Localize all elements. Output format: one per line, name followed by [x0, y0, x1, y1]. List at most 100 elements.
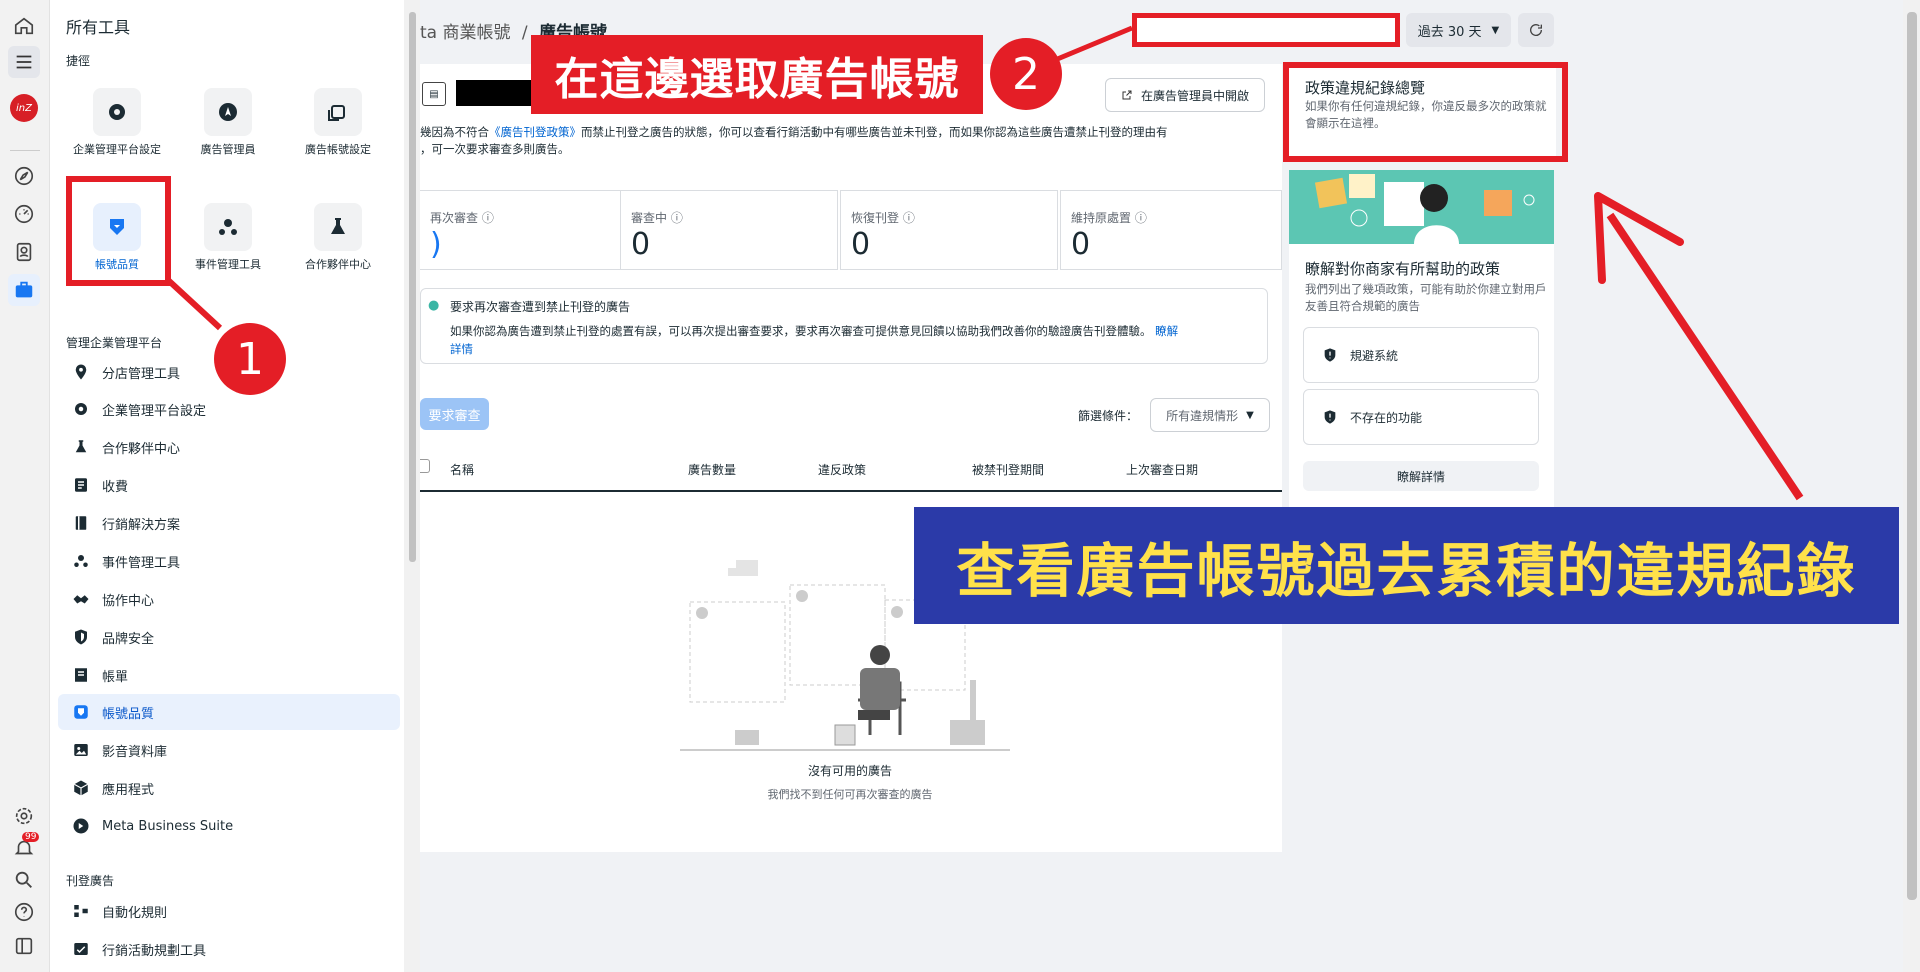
learn-more-button[interactable]: 瞭解詳情 — [1303, 461, 1539, 491]
manage-business-section-label: 管理企業管理平台 — [66, 336, 163, 350]
avatar[interactable]: inZ — [8, 92, 40, 124]
shield-warning-icon — [1324, 410, 1336, 424]
shield-outline-icon — [75, 629, 87, 645]
nav-item-account-quality[interactable]: 帳號品質 — [58, 694, 400, 730]
nav-item-media-library[interactable]: 影音資料庫 — [58, 732, 400, 768]
tile-ad-account-settings[interactable]: 廣告帳號設定 — [288, 88, 388, 158]
menu-icon[interactable] — [8, 46, 40, 78]
nav-item-events-manager[interactable]: 事件管理工具 — [58, 543, 400, 579]
nav-item-campaign-planner[interactable]: 行銷活動規劃工具 — [58, 931, 400, 967]
settings-icon[interactable] — [8, 800, 40, 832]
dashboard-gauge-icon[interactable] — [8, 198, 40, 230]
refresh-icon — [1530, 24, 1543, 36]
left-rail: inZ 99 — [0, 0, 50, 972]
helpful-policies-description: 我們列出了幾項政策，可能有助於你建立對用戶友善且符合規範的廣告 — [1305, 282, 1547, 313]
stat-in-review[interactable]: 審查中 ⓘ 0 — [620, 190, 838, 270]
info-title: 要求再次審查遭到禁止刊登的廣告 — [450, 300, 631, 314]
nav-item-partner-center[interactable]: 合作夥伴中心 — [58, 429, 400, 465]
ad-account-selector[interactable] — [1132, 13, 1400, 47]
tile-ads-manager[interactable]: 廣告管理員 — [178, 88, 278, 158]
column-header-name[interactable]: 名稱 — [450, 461, 474, 478]
notifications-bell-icon[interactable]: 99 — [8, 832, 40, 864]
empty-state-subtitle: 我們找不到任何可再次審查的廣告 — [767, 788, 933, 801]
receipt-icon — [75, 478, 87, 492]
tile-partner-center[interactable]: 合作夥伴中心 — [288, 203, 388, 273]
annotation-violation-history-banner: 查看廣告帳號過去累積的違規紀錄 — [914, 507, 1899, 624]
annotation-select-account-label: 在這邊選取廣告帳號 — [531, 35, 983, 114]
flask-icon — [75, 440, 87, 453]
advertise-section-label: 刊登廣告 — [66, 874, 115, 888]
filter-label: 篩選條件： — [1078, 409, 1139, 423]
events-nodes-icon — [204, 203, 252, 251]
ad-account-icon: ▤ — [422, 82, 446, 106]
nav-item-apps[interactable]: 應用程式 — [58, 770, 400, 806]
events-nodes-icon — [74, 555, 88, 567]
violation-filter-dropdown[interactable]: 所有違規情形 ▼ — [1150, 398, 1270, 432]
annotation-box-violation-overview — [1283, 62, 1568, 162]
column-header-policy[interactable]: 違反政策 — [818, 461, 866, 478]
empty-state-title: 沒有可用的廣告 — [807, 764, 892, 778]
handshake-icon — [73, 595, 89, 604]
annotation-step-1: 1 — [214, 323, 286, 395]
compass-icon[interactable] — [8, 160, 40, 192]
briefcase-icon[interactable] — [8, 274, 40, 306]
policy-item-circumvention[interactable]: 規避系統 — [1303, 327, 1539, 383]
shortcuts-label: 捷徑 — [66, 54, 91, 68]
nav-item-collaboration-center[interactable]: 協作中心 — [58, 581, 400, 617]
tile-events-manager[interactable]: 事件管理工具 — [178, 203, 278, 273]
request-review-button[interactable]: 要求審查 — [420, 398, 489, 430]
nav-item-business-settings[interactable]: 企業管理平台設定 — [58, 391, 400, 427]
caret-down-icon: ▼ — [1491, 24, 1500, 36]
meta-suite-icon — [73, 818, 89, 834]
select-all-checkbox[interactable] — [420, 459, 430, 473]
open-in-ads-manager-button[interactable]: 在廣告管理員中開啟 — [1105, 78, 1265, 112]
all-tools-drawer: 所有工具 捷徑 企業管理平台設定 廣告管理員 廣告帳號設定 帳號品質 事件管理工… — [50, 0, 407, 972]
nav-item-brand-safety[interactable]: 品牌安全 — [58, 619, 400, 655]
book-icon — [75, 516, 87, 530]
gear-icon — [75, 403, 87, 415]
cube-icon — [73, 780, 89, 796]
drawer-scrollbar-thumb[interactable] — [409, 12, 416, 562]
column-header-ad-count[interactable]: 廣告數量 — [688, 461, 736, 478]
learn-more-link[interactable]: 瞭解 — [1155, 324, 1178, 338]
policy-item-nonexistent-functionality[interactable]: 不存在的功能 — [1303, 389, 1539, 445]
ad-account-settings-icon — [314, 88, 362, 136]
column-header-last-review[interactable]: 上次審查日期 — [1126, 461, 1198, 478]
column-header-ban-period[interactable]: 被禁刊登期間 — [972, 461, 1044, 478]
shield-warning-icon — [1324, 348, 1336, 362]
tile-business-settings[interactable]: 企業管理平台設定 — [67, 88, 167, 158]
nav-item-marketing-solutions[interactable]: 行銷解決方案 — [58, 505, 400, 541]
date-range-dropdown[interactable]: 過去 30 天 ▼ — [1406, 13, 1511, 47]
home-icon[interactable] — [8, 10, 40, 42]
annotation-box-account-quality — [66, 176, 171, 286]
nav-item-automated-rules[interactable]: 自動化規則 — [58, 893, 400, 929]
learn-more-link-2[interactable]: 詳情 — [450, 342, 473, 356]
search-icon[interactable] — [8, 864, 40, 896]
info-body: 如果你認為廣告遭到禁止刊登的處置有誤，可以再次提出審查要求，要求再次審查可提供意… — [450, 324, 1179, 356]
info-icon: ⓘ — [481, 211, 494, 225]
table-header-divider — [420, 490, 1282, 492]
nav-item-billing[interactable]: 收費 — [58, 467, 400, 503]
main-scrollbar-thumb[interactable] — [1907, 12, 1917, 900]
notification-badge: 99 — [22, 832, 40, 842]
helpful-policies-title: 瞭解對你商家有所幫助的政策 — [1305, 260, 1501, 278]
stat-upheld[interactable]: 維持原處置 ⓘ 0 — [1060, 190, 1282, 270]
side-panel-toggle-icon[interactable] — [8, 930, 40, 962]
nav-item-meta-business-suite[interactable]: Meta Business Suite — [58, 808, 400, 844]
navigation-arrow-icon — [204, 88, 252, 136]
ad-policy-link[interactable]: 《廣告刊登政策》 — [489, 125, 581, 139]
nav-item-invoices[interactable]: 帳單 — [58, 657, 400, 693]
drawer-title: 所有工具 — [66, 18, 131, 37]
redacted-account-name — [456, 80, 542, 106]
contacts-icon[interactable] — [8, 236, 40, 268]
stat-re-review[interactable]: 再次審查 ⓘ ) — [420, 190, 638, 270]
refresh-button[interactable] — [1518, 13, 1554, 47]
help-icon[interactable] — [8, 896, 40, 928]
shield-icon — [74, 705, 88, 719]
gear-icon — [93, 88, 141, 136]
policies-illustration — [1289, 170, 1554, 244]
location-pin-icon — [75, 364, 87, 380]
stat-restored[interactable]: 恢復刊登 ⓘ 0 — [840, 190, 1058, 270]
breadcrumb-parent[interactable]: ta 商業帳號 — [420, 23, 511, 43]
annotation-step-2: 2 — [990, 38, 1062, 110]
